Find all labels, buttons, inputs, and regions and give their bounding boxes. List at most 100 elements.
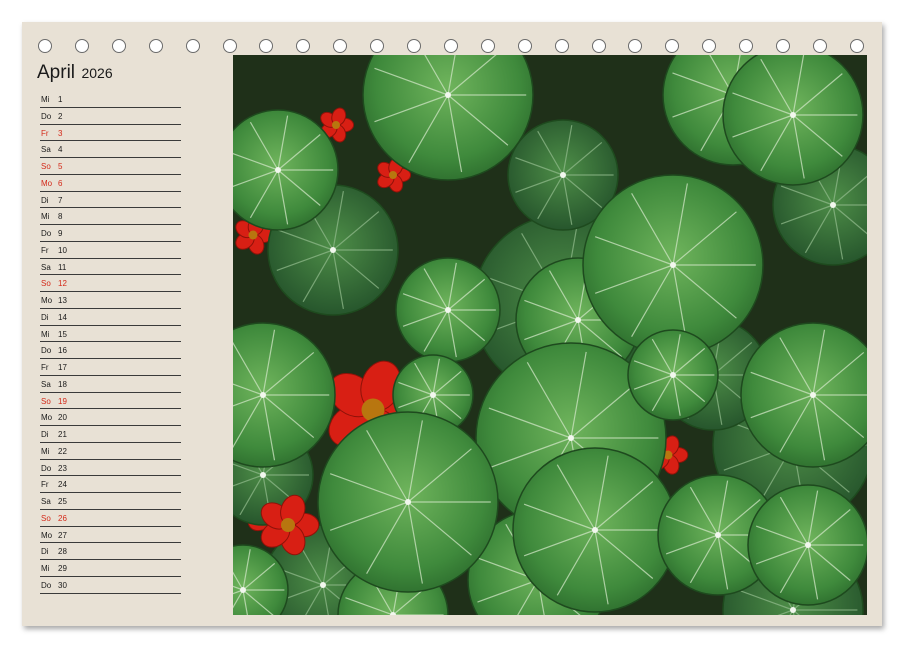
day-row: Mi 29 [40,560,181,577]
day-number: 16 [58,346,67,356]
day-row: Do 2 [40,108,181,125]
leaf-shape [395,257,501,363]
day-row: Do 23 [40,460,181,477]
binding-ring [111,39,126,53]
day-row: Di 14 [40,309,181,326]
day-number: 26 [58,513,67,523]
day-row: Mi 8 [40,208,181,225]
day-row: Mo 20 [40,409,181,426]
day-number: 23 [58,463,67,473]
binding-ring [554,39,569,53]
day-number: 12 [58,279,67,289]
binding-ring [849,39,864,53]
day-number: 13 [58,296,67,305]
day-row: Sa 18 [40,376,181,393]
weekday-label: Fr [41,480,49,490]
day-row: Fr 10 [40,242,181,259]
weekday-label: Di [41,430,49,439]
day-number: 2 [58,111,63,121]
month-title: April 2026 [37,62,113,84]
year-label: 2026 [81,65,113,81]
binding-ring [407,39,421,53]
weekday-label: Mi [41,446,50,456]
day-number: 20 [58,413,67,423]
day-number: 29 [58,564,67,573]
day-row: Mi 15 [40,326,181,343]
weekday-label: Fr [41,245,49,255]
weekday-label: Sa [41,262,51,272]
binding-ring [776,39,790,53]
day-list: Mi 1 Do 2 Fr 3 Sa 4 So 5 Mo 6 Di 7 Mi 8 Do 9 Fr 10 Sa 11 So 12 M… [40,91,181,594]
day-row: Sa 4 [40,141,181,158]
day-number: 8 [58,212,63,222]
weekday-label: So [41,279,51,289]
weekday-label: Do [41,111,52,121]
weekday-label: Di [41,195,49,205]
leaf-shape [627,329,719,421]
day-row: Di 21 [40,426,181,443]
weekday-label: So [41,513,51,523]
weekday-label: Sa [41,145,51,155]
day-number: 22 [58,446,67,456]
leaf-shape [512,447,678,613]
day-row: So 19 [40,393,181,410]
day-number: 10 [58,245,67,255]
day-row: Mo 6 [40,175,181,192]
weekday-label: Mi [41,329,50,339]
weekday-label: Mo [41,296,53,305]
day-number: 11 [58,262,67,272]
weekday-label: Sa [41,497,51,506]
day-number: 3 [58,128,63,138]
day-row: Do 16 [40,342,181,359]
leaf-shape [747,484,867,606]
nasturtium-photo [233,55,867,615]
day-row: Do 30 [40,577,181,594]
day-number: 27 [58,530,67,540]
weekday-label: Di [41,312,49,322]
day-number: 1 [58,95,63,104]
weekday-label: Mi [41,95,50,104]
leaf-shape [582,174,764,356]
weekday-label: Do [41,463,52,473]
binding-ring [443,39,458,53]
day-number: 14 [58,312,67,322]
weekday-label: Mi [41,212,50,222]
weekday-label: So [41,396,51,406]
leaf-shape [317,411,499,593]
day-row: So 5 [40,158,181,175]
binding-ring [517,39,532,53]
day-number: 19 [58,396,67,406]
weekday-label: Fr [41,363,49,372]
day-number: 30 [58,580,67,590]
day-number: 15 [58,329,67,339]
day-number: 17 [58,363,67,372]
weekday-label: Mo [41,413,53,423]
day-row: Fr 3 [40,125,181,142]
day-number: 28 [58,547,67,557]
binding-ring [370,39,385,53]
day-number: 5 [58,162,63,171]
binding-ring [739,39,754,53]
leaf-shape [722,55,864,186]
day-row: Sa 25 [40,493,181,510]
day-number: 4 [58,145,63,155]
weekday-label: Di [41,547,49,557]
weekday-label: Do [41,580,52,590]
weekday-label: Do [41,229,52,238]
binding-ring [480,39,495,53]
day-number: 7 [58,195,63,205]
day-number: 9 [58,229,63,238]
day-row: Di 28 [40,543,181,560]
weekday-label: Fr [41,128,49,138]
day-row: Mi 1 [40,91,181,108]
binding-ring [38,39,52,53]
day-number: 6 [58,178,63,188]
day-row: Mi 22 [40,443,181,460]
binding-ring [185,39,200,53]
day-number: 18 [58,379,67,389]
weekday-label: Mo [41,178,53,188]
weekday-label: Do [41,346,52,356]
day-row: So 12 [40,275,181,292]
day-row: Mo 27 [40,527,181,544]
day-number: 25 [58,497,67,506]
